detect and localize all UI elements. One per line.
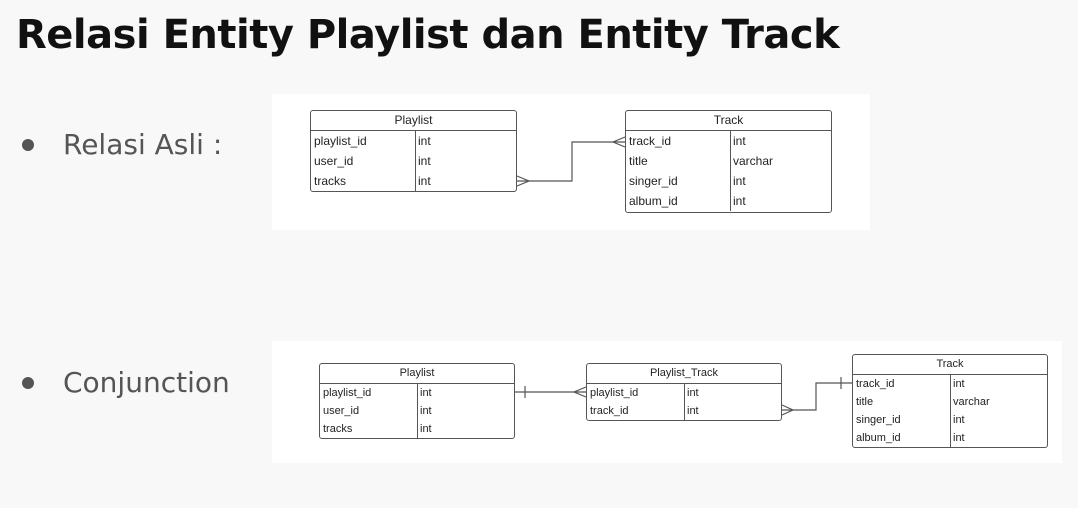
attribute-row: user_id int [311, 151, 516, 171]
entity-playlist: Playlist playlist_id int user_id int tra… [319, 363, 515, 439]
attribute-type: int [420, 387, 432, 399]
attribute-name: tracks [323, 423, 353, 435]
relation-playlist-track-line [517, 141, 625, 182]
bullet-dot-icon [22, 376, 34, 389]
bullet-dot-icon [22, 138, 34, 151]
attribute-row: singer_id int [626, 171, 831, 191]
attribute-name: playlist_id [590, 387, 639, 399]
entity-name: Playlist_Track [587, 364, 781, 384]
attribute-type: int [420, 423, 432, 435]
attribute-type: int [418, 174, 431, 188]
attribute-name: album_id [856, 432, 901, 444]
attribute-type: int [953, 378, 965, 390]
attribute-name: track_id [629, 134, 672, 148]
attribute-type: int [733, 134, 746, 148]
erd-conjunction: Playlist playlist_id int user_id int tra… [272, 341, 1062, 463]
attribute-type: int [733, 194, 746, 208]
attribute-name: title [856, 396, 874, 408]
attribute-type: varchar [953, 396, 990, 408]
erd-relasi-asli: Playlist playlist_id int user_id int tra… [272, 94, 870, 230]
attribute-name: singer_id [856, 414, 901, 426]
attribute-name: playlist_id [314, 134, 367, 148]
column-divider [730, 131, 731, 211]
attribute-name: title [629, 154, 648, 168]
attribute-name: track_id [856, 378, 895, 390]
attribute-name: user_id [323, 405, 360, 417]
attribute-row: tracks int [311, 171, 516, 191]
entity-playlist-track: Playlist_Track playlist_id int track_id … [586, 363, 782, 421]
attribute-name: album_id [629, 194, 678, 208]
bullet-label: Conjunction [63, 366, 230, 399]
attribute-type: int [687, 387, 699, 399]
entity-name: Track [626, 111, 831, 131]
bullet-label: Relasi Asli : [63, 128, 223, 161]
entity-playlist: Playlist playlist_id int user_id int tra… [310, 110, 517, 192]
attribute-row: album_id int [626, 191, 831, 211]
attribute-row: track_id int [626, 131, 831, 151]
slide-title: Relasi Entity Playlist dan Entity Track [16, 12, 840, 58]
entity-name: Playlist [311, 111, 516, 131]
column-divider [417, 384, 418, 438]
column-divider [950, 375, 951, 447]
attribute-row: title varchar [626, 151, 831, 171]
attribute-type: varchar [733, 154, 774, 168]
attribute-name: singer_id [629, 174, 678, 188]
bullet-conjunction: Conjunction [20, 366, 230, 399]
bullet-relasi-asli: Relasi Asli : [20, 128, 222, 161]
attribute-type: int [418, 154, 431, 168]
column-divider [415, 131, 416, 191]
attribute-name: user_id [314, 154, 354, 168]
column-divider [684, 384, 685, 420]
attribute-type: int [953, 432, 965, 444]
entity-track: Track track_id int title varchar singer_… [852, 354, 1048, 448]
attribute-type: int [733, 174, 746, 188]
attribute-name: tracks [314, 174, 347, 188]
entity-name: Playlist [320, 364, 514, 384]
entity-track: Track track_id int title varchar singer_… [625, 110, 832, 213]
attribute-type: int [687, 405, 699, 417]
entity-name: Track [853, 355, 1047, 375]
attribute-name: track_id [590, 405, 629, 417]
attribute-type: int [418, 134, 431, 148]
attribute-type: int [420, 405, 432, 417]
attribute-row: playlist_id int [311, 131, 516, 151]
slide: Relasi Entity Playlist dan Entity Track … [0, 0, 1078, 508]
attribute-name: playlist_id [323, 387, 372, 399]
attribute-type: int [953, 414, 965, 426]
